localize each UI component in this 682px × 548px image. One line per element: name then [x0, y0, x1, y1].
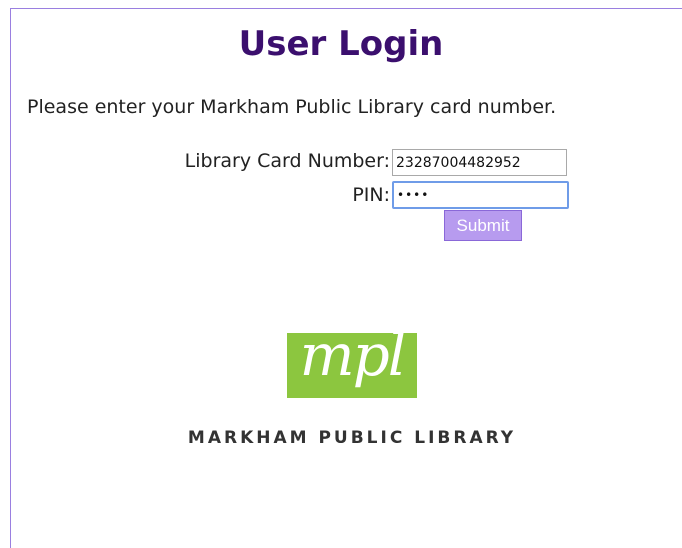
card-number-input[interactable]: [392, 149, 567, 176]
mpl-logo: mpl: [287, 321, 417, 398]
content-frame: [10, 8, 682, 548]
pin-label: PIN:: [352, 184, 390, 206]
pin-input[interactable]: [392, 181, 569, 209]
mpl-logo-text: mpl: [299, 321, 407, 389]
card-number-label: Library Card Number:: [184, 150, 390, 172]
library-name: MARKHAM PUBLIC LIBRARY: [187, 428, 517, 448]
submit-button[interactable]: Submit: [444, 210, 522, 241]
page-title: User Login: [238, 24, 444, 64]
login-instruction: Please enter your Markham Public Library…: [27, 96, 557, 118]
